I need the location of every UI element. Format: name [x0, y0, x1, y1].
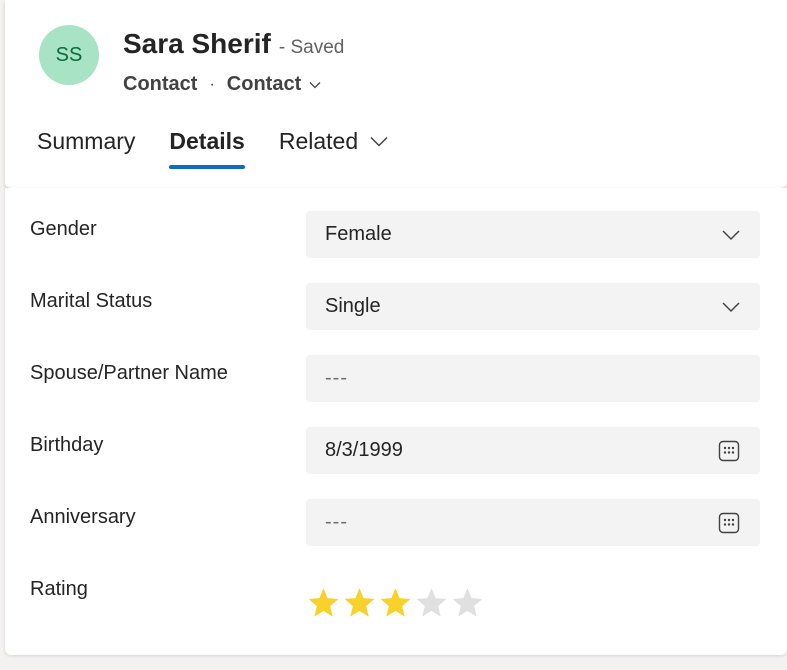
- gender-value: Female: [325, 223, 392, 245]
- birthday-label: Birthday: [30, 434, 104, 456]
- spouse-label: Spouse/Partner Name: [30, 362, 228, 384]
- marital-status-value: Single: [325, 295, 381, 317]
- marital-status-select[interactable]: Single: [306, 283, 760, 330]
- tab-list: Summary Details Related: [37, 128, 422, 169]
- tab-details[interactable]: Details: [169, 128, 245, 169]
- birthday-input[interactable]: 8/3/1999: [306, 427, 760, 474]
- calendar-icon[interactable]: [718, 512, 740, 534]
- marital-status-label: Marital Status: [30, 290, 153, 312]
- tab-label: Related: [278, 128, 359, 154]
- calendar-icon[interactable]: [718, 440, 740, 462]
- record-name: Sara Sherif: [123, 28, 271, 59]
- rating-control[interactable]: [306, 586, 486, 620]
- gender-label: Gender: [30, 218, 97, 240]
- star-empty-icon[interactable]: [450, 586, 485, 620]
- tab-related[interactable]: Related: [279, 128, 388, 169]
- tab-label: Summary: [37, 128, 136, 154]
- chevron-down-icon: [370, 136, 388, 147]
- star-empty-icon[interactable]: [414, 586, 449, 620]
- star-filled-icon[interactable]: [342, 586, 377, 620]
- form-name: Contact: [226, 73, 302, 95]
- anniversary-label: Anniversary: [30, 506, 136, 528]
- form-selector[interactable]: Contact: [227, 73, 321, 96]
- gender-select[interactable]: Female: [306, 211, 760, 258]
- spouse-input[interactable]: ---: [306, 355, 760, 402]
- entity-name: Contact: [123, 73, 198, 95]
- tab-summary[interactable]: Summary: [37, 128, 135, 169]
- record-title: Sara Sherif - Saved: [123, 28, 344, 60]
- tab-label: Details: [169, 128, 245, 154]
- entity-line: Contact · Contact: [123, 73, 321, 96]
- star-filled-icon[interactable]: [306, 586, 341, 620]
- avatar: SS: [39, 25, 99, 85]
- anniversary-value: ---: [325, 511, 348, 533]
- chevron-down-icon: [309, 81, 321, 88]
- separator: ·: [209, 75, 215, 93]
- record-header: SS Sara Sherif - Saved Contact · Contact…: [5, 0, 787, 188]
- rating-label: Rating: [30, 578, 88, 600]
- active-tab-indicator: [169, 165, 245, 169]
- chevron-down-icon: [722, 229, 740, 240]
- chevron-down-icon: [722, 301, 740, 312]
- details-section: Gender Female Marital Status Single Spou…: [5, 188, 787, 655]
- spouse-value: ---: [325, 367, 348, 389]
- anniversary-input[interactable]: ---: [306, 499, 760, 546]
- birthday-value: 8/3/1999: [325, 439, 403, 461]
- save-status: - Saved: [278, 37, 345, 58]
- star-filled-icon[interactable]: [378, 586, 413, 620]
